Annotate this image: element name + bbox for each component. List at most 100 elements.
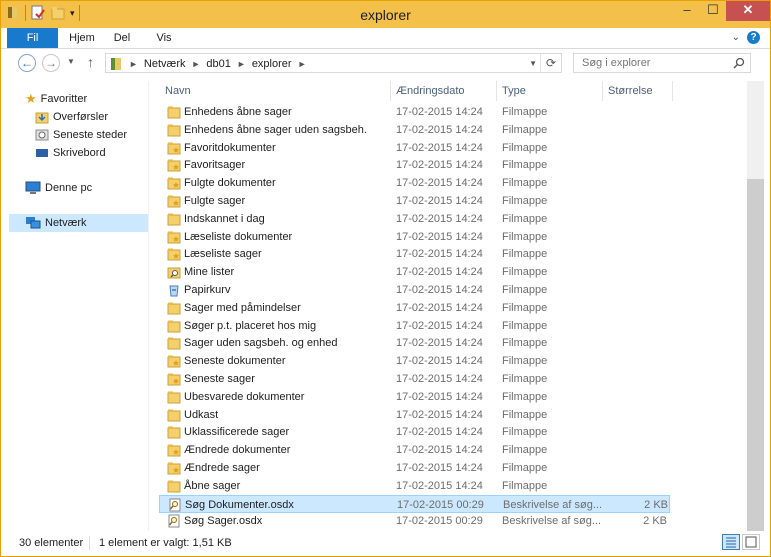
tab-file[interactable]: Fil <box>7 28 58 48</box>
file-size: 2 KB <box>643 515 667 528</box>
breadcrumb-explorer[interactable]: explorer <box>252 58 292 70</box>
file-type: Filmappe <box>502 177 548 190</box>
recent-locations-icon[interactable]: ▼ <box>67 57 75 66</box>
table-row[interactable]: Indskannet i dag 17-02-2015 14:24 Filmappe <box>159 210 670 228</box>
column-size[interactable]: Størrelse <box>608 85 653 97</box>
table-row[interactable]: Favoritsager 17-02-2015 14:24 Filmappe <box>159 156 670 174</box>
forward-button[interactable]: → <box>42 54 60 72</box>
table-row[interactable]: Ubesvarede dokumenter 17-02-2015 14:24 Fil… <box>159 388 670 406</box>
table-row[interactable]: Ændrede dokumenter 17-02-2015 14:24 Filmap… <box>159 441 670 459</box>
search-file-icon <box>169 498 181 512</box>
column-name[interactable]: Navn <box>165 85 191 97</box>
breadcrumb-chevron-icon[interactable]: ► <box>237 59 246 69</box>
breadcrumb-network[interactable]: Netværk <box>144 58 186 70</box>
breadcrumb-chevron-icon[interactable]: ► <box>191 59 200 69</box>
scrollbar-thumb[interactable] <box>747 179 764 531</box>
file-type: Filmappe <box>502 212 548 225</box>
breadcrumb-db01[interactable]: db01 <box>206 58 230 70</box>
column-type[interactable]: Type <box>502 85 526 97</box>
address-history-icon[interactable]: ▼ <box>529 59 537 68</box>
table-row[interactable]: Mine lister 17-02-2015 14:24 Filmappe <box>159 263 670 281</box>
nav-downloads[interactable]: Overførsler <box>35 108 108 126</box>
tab-share[interactable]: Del <box>109 28 135 48</box>
address-bar[interactable]: ► Netværk ► db01 ► explorer ► ▼ ⟳ <box>105 53 562 73</box>
table-row[interactable]: Seneste dokumenter 17-02-2015 14:24 Filmap… <box>159 352 670 370</box>
up-button[interactable]: ↑ <box>87 54 94 70</box>
search-file-icon <box>168 514 180 528</box>
folder-icon <box>167 124 181 137</box>
column-divider[interactable] <box>672 81 673 101</box>
search-box[interactable] <box>573 53 751 73</box>
table-row[interactable]: Sager uden sagsbeh. og enhed 17-02-2015 1… <box>159 334 670 352</box>
close-button[interactable]: ✕ <box>726 1 770 21</box>
file-date: 17-02-2015 14:24 <box>396 479 483 492</box>
folder-icon <box>167 302 181 315</box>
table-row[interactable]: Enhedens åbne sager 17-02-2015 14:24 Filma… <box>159 103 670 121</box>
table-row[interactable]: Søger p.t. placeret hos mig 17-02-2015 14… <box>159 317 670 335</box>
table-row[interactable]: Seneste sager 17-02-2015 14:24 Filmappe <box>159 370 670 388</box>
large-icons-view-button[interactable] <box>742 534 760 550</box>
table-row[interactable]: Læseliste dokumenter 17-02-2015 14:24 Film… <box>159 228 670 246</box>
column-headers: Navn Ændringsdato Type Størrelse <box>159 81 747 101</box>
pane-splitter[interactable] <box>148 81 149 531</box>
tab-home[interactable]: Hjem <box>63 28 101 48</box>
star-folder-icon <box>167 177 181 190</box>
file-type: Filmappe <box>502 159 548 172</box>
column-date[interactable]: Ændringsdato <box>396 85 465 97</box>
nav-desktop[interactable]: Skrivebord <box>35 144 106 162</box>
tab-view[interactable]: Vis <box>151 28 177 48</box>
table-row[interactable]: Papirkurv 17-02-2015 14:24 Filmappe <box>159 281 670 299</box>
table-row[interactable]: Ændrede sager 17-02-2015 14:24 Filmappe <box>159 459 670 477</box>
column-divider[interactable] <box>496 81 497 101</box>
expand-ribbon-icon[interactable]: ⌄ <box>732 32 740 43</box>
table-row[interactable]: Åbne sager 17-02-2015 14:24 Filmappe <box>159 477 670 495</box>
file-date: 17-02-2015 14:24 <box>396 301 483 314</box>
file-date: 17-02-2015 14:24 <box>396 248 483 261</box>
table-row[interactable]: Søg Dokumenter.osdx 17-02-2015 00:29 Beskr… <box>159 494 670 513</box>
table-row[interactable]: Sager med påmindelser 17-02-2015 14:24 Fil… <box>159 299 670 317</box>
minimize-button[interactable]: – <box>674 1 700 21</box>
maximize-button[interactable]: ☐ <box>700 1 726 21</box>
table-row[interactable]: Fulgte sager 17-02-2015 14:24 Filmappe <box>159 192 670 210</box>
selection-info: 1 element er valgt: 1,51 KB <box>99 537 232 549</box>
search-folder-icon <box>167 267 181 279</box>
nav-network[interactable]: Netværk <box>9 214 148 232</box>
table-row[interactable]: Læseliste sager 17-02-2015 14:24 Filmappe <box>159 245 670 263</box>
nav-recent-places[interactable]: Seneste steder <box>35 126 127 144</box>
file-name: Udkast <box>184 408 219 421</box>
column-divider[interactable] <box>390 81 391 101</box>
star-folder-icon <box>167 248 181 261</box>
file-name: Sager med påmindelser <box>184 301 301 314</box>
table-row[interactable]: Søg Sager.osdx 17-02-2015 00:29 Beskrivels… <box>159 512 670 530</box>
nav-recent-places-label: Seneste steder <box>53 129 127 141</box>
file-name: Enhedens åbne sager uden sagsbeh. <box>184 123 367 136</box>
file-name: Fulgte sager <box>184 195 246 207</box>
breadcrumb-chevron-icon[interactable]: ► <box>129 59 138 69</box>
table-row[interactable]: Favoritdokumenter 17-02-2015 14:24 Filmapp… <box>159 139 670 157</box>
help-icon[interactable]: ? <box>747 31 760 44</box>
file-date: 17-02-2015 00:29 <box>396 515 483 528</box>
file-type: Beskrivelse af søg... <box>503 498 603 511</box>
file-date: 17-02-2015 14:24 <box>396 141 483 154</box>
nav-favorites[interactable]: ★ Favoritter <box>25 90 87 108</box>
details-view-button[interactable] <box>722 534 740 550</box>
nav-this-pc[interactable]: Denne pc <box>25 179 92 197</box>
vertical-scrollbar[interactable] <box>747 81 764 531</box>
file-name: Søg Dokumenter.osdx <box>185 498 294 511</box>
table-row[interactable]: Enhedens åbne sager uden sagsbeh. 17-02-2… <box>159 121 670 139</box>
file-name: Favoritdokumenter <box>184 141 276 154</box>
back-button[interactable]: ← <box>18 54 36 72</box>
table-row[interactable]: Uklassificerede sager 17-02-2015 14:24 Fil… <box>159 423 670 441</box>
file-name: Læseliste sager <box>184 248 262 261</box>
file-type: Filmappe <box>502 462 548 474</box>
folder-icon <box>167 391 181 404</box>
breadcrumb-chevron-icon[interactable]: ► <box>298 59 307 69</box>
search-input[interactable] <box>580 56 734 70</box>
search-icon[interactable] <box>733 57 745 69</box>
table-row[interactable]: Udkast 17-02-2015 14:24 Filmappe <box>159 406 670 424</box>
table-row[interactable]: Fulgte dokumenter 17-02-2015 14:24 Filmapp… <box>159 174 670 192</box>
file-list: Navn Ændringsdato Type Størrelse Enheden… <box>159 81 747 531</box>
file-type: Filmappe <box>502 230 548 243</box>
column-divider[interactable] <box>602 81 603 101</box>
refresh-button[interactable]: ⟳ <box>540 54 561 72</box>
